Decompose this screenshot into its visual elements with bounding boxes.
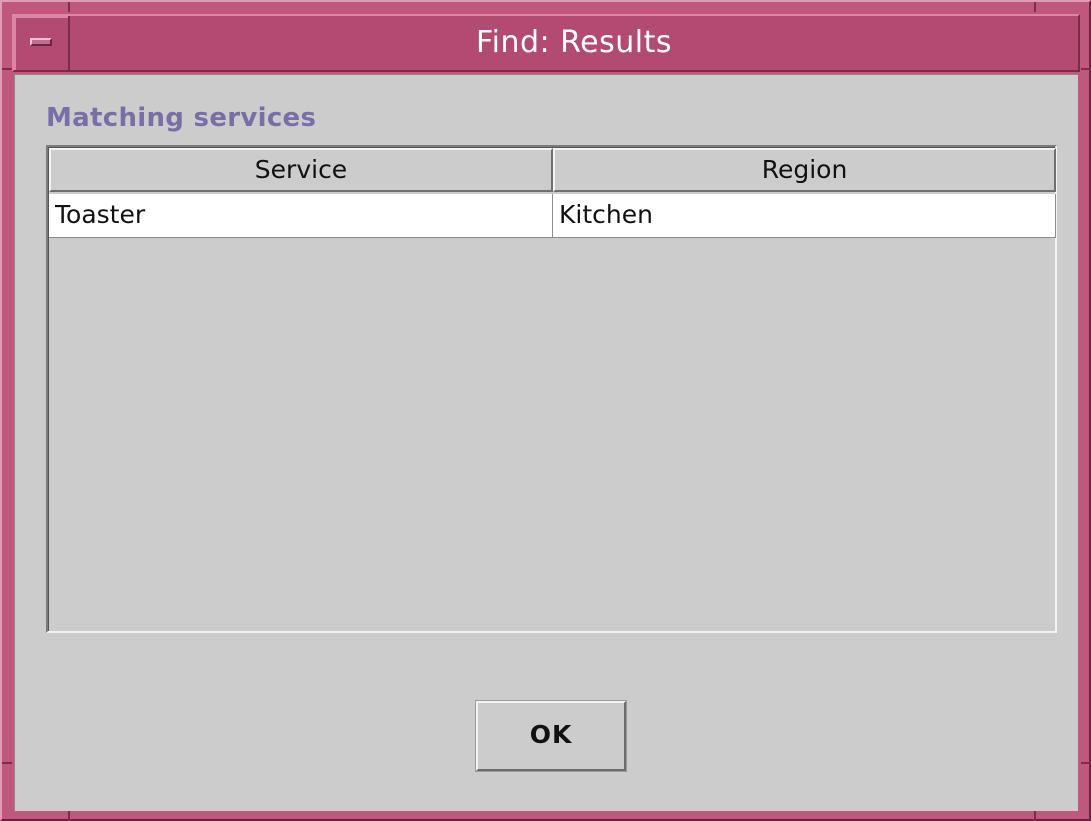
table-cell-region[interactable]: Kitchen: [553, 194, 1056, 238]
ok-button[interactable]: OK: [476, 701, 626, 771]
column-header-service[interactable]: Service: [49, 148, 553, 192]
results-table-viewport: Service Region Toaster Kitchen: [48, 147, 1056, 631]
table-header-row: Service Region: [49, 148, 1056, 192]
frame-resize-handle-right-bottom[interactable]: [1081, 762, 1091, 764]
window-frame[interactable]: Find: Results Matching services Service …: [0, 0, 1091, 821]
column-header-region[interactable]: Region: [553, 148, 1056, 192]
frame-resize-handle-left-bottom[interactable]: [2, 762, 12, 764]
title-bar[interactable]: Find: Results: [12, 14, 1080, 72]
frame-resize-handle-bottom-right[interactable]: [1034, 811, 1036, 821]
dialog-body: Matching services Service Region Toaster…: [14, 74, 1078, 811]
table-cell-service[interactable]: Toaster: [49, 194, 553, 238]
frame-resize-handle-top-left[interactable]: [68, 2, 70, 12]
window-menu-icon: [30, 38, 52, 46]
table-row[interactable]: Toaster Kitchen: [49, 194, 1056, 238]
frame-resize-handle-left-top[interactable]: [2, 68, 12, 70]
frame-resize-handle-top-right[interactable]: [1034, 2, 1036, 12]
results-table[interactable]: Service Region Toaster Kitchen: [46, 145, 1057, 633]
frame-resize-handle-bottom-left[interactable]: [68, 811, 70, 821]
window-title: Find: Results: [476, 25, 672, 60]
frame-resize-handle-right-top[interactable]: [1081, 68, 1091, 70]
window-menu-button[interactable]: [14, 16, 70, 70]
section-label: Matching services: [46, 103, 317, 133]
